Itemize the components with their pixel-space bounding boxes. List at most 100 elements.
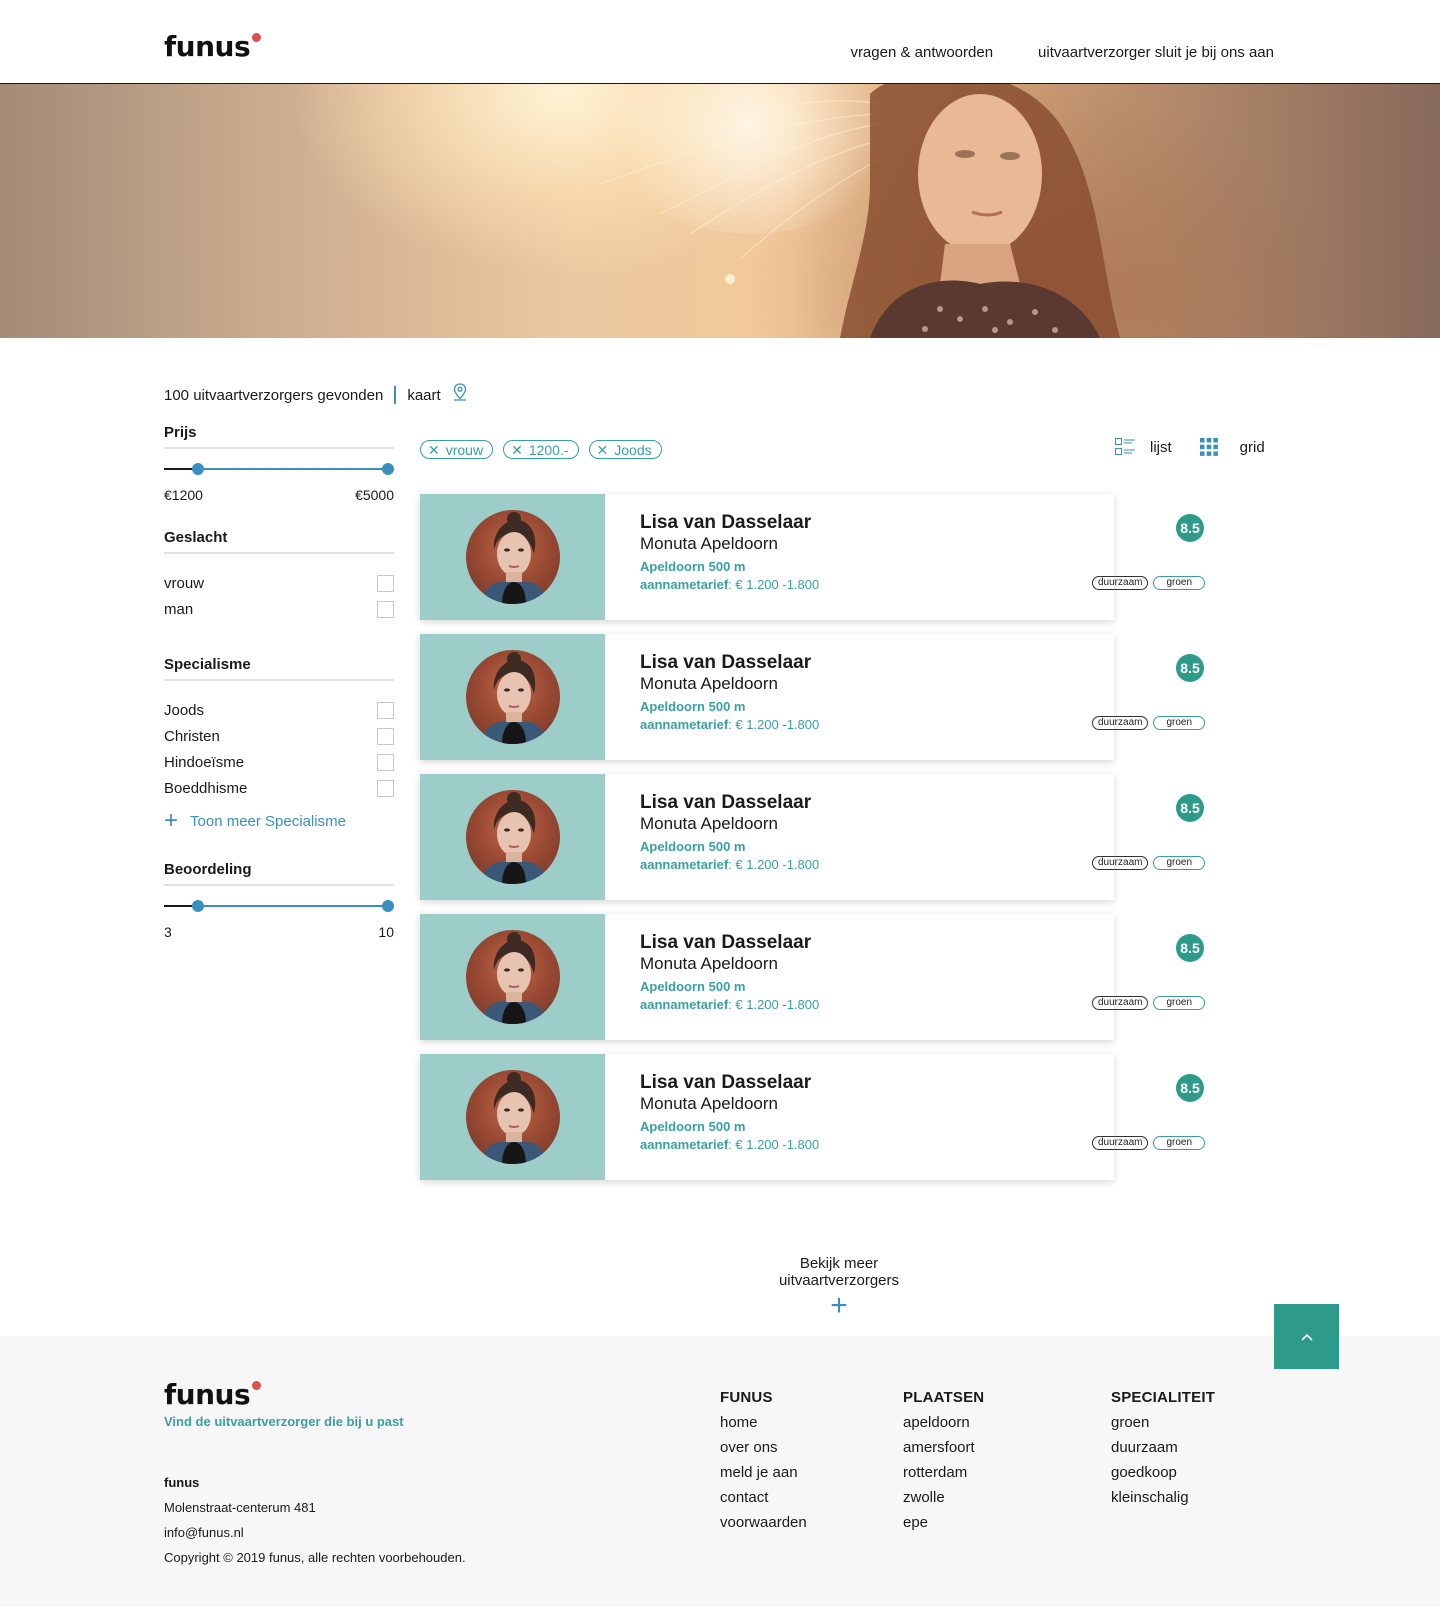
specialism-option-christen[interactable]: Christen (164, 723, 394, 749)
checkbox[interactable] (377, 701, 394, 719)
specialism-option-hindoeisme[interactable]: Hindoeïsme (164, 749, 394, 775)
logo[interactable]: funus (164, 30, 262, 63)
footer-link[interactable]: rotterdam (903, 1460, 984, 1485)
footer-link[interactable]: epe (903, 1510, 984, 1535)
filter-title-price: Prijs (164, 424, 394, 449)
specialism-option-joods[interactable]: Joods (164, 697, 394, 723)
plus-icon: + (830, 1289, 848, 1322)
footer-logo[interactable]: funus (164, 1378, 262, 1411)
close-icon[interactable]: ✕ (597, 443, 609, 457)
price-range-labels: €1200 €5000 (164, 487, 394, 503)
filter-specialism: Specialisme Joods Christen Hindoeïsme Bo… (164, 656, 394, 833)
checkbox[interactable] (377, 574, 394, 592)
card-rate-value: : € 1.200 -1.800 (728, 857, 820, 872)
footer-link[interactable]: zwolle (903, 1485, 984, 1510)
load-more-button[interactable]: Bekijk meer uitvaartverzorgers + (739, 1255, 939, 1321)
card-tags: duurzaam groen (1092, 576, 1206, 590)
card-name[interactable]: Lisa van Dasselaar (640, 652, 1114, 674)
specialism-option-boeddhisme[interactable]: Boeddhisme (164, 775, 394, 801)
footer-link[interactable]: amersfoort (903, 1435, 984, 1460)
rating-badge: 8.5 (1176, 654, 1204, 682)
card-photo (420, 494, 605, 620)
filter-chip-vrouw[interactable]: ✕ vrouw (420, 440, 494, 459)
footer-link[interactable]: meld je aan (720, 1460, 807, 1485)
footer-column-title: SPECIALITEIT (1111, 1389, 1216, 1406)
card-name[interactable]: Lisa van Dasselaar (640, 1072, 1114, 1094)
gender-option-man[interactable]: man (164, 596, 394, 622)
footer-link[interactable]: apeldoorn (903, 1410, 984, 1435)
card-name[interactable]: Lisa van Dasselaar (640, 792, 1114, 814)
tag-badge: duurzaam (1092, 856, 1149, 870)
result-card[interactable]: Lisa van Dasselaar Monuta Apeldoorn Apel… (420, 634, 1206, 760)
price-range-slider[interactable] (164, 459, 394, 479)
grid-view-icon[interactable] (1199, 438, 1218, 456)
tag-badge: groen (1153, 576, 1206, 590)
result-list: Lisa van Dasselaar Monuta Apeldoorn Apel… (420, 494, 1206, 1194)
card-name[interactable]: Lisa van Dasselaar (640, 512, 1114, 534)
back-to-top-button[interactable] (1274, 1304, 1339, 1369)
footer-link[interactable]: duurzaam (1111, 1435, 1215, 1460)
footer-link[interactable]: over ons (720, 1435, 807, 1460)
checkbox[interactable] (377, 753, 394, 771)
card-tags: duurzaam groen (1092, 856, 1206, 870)
company-address: Molenstraat-centerum 481 (164, 1500, 316, 1515)
grid-view-label[interactable]: grid (1240, 439, 1265, 456)
result-card[interactable]: Lisa van Dasselaar Monuta Apeldoorn Apel… (420, 914, 1206, 1040)
result-card[interactable]: Lisa van Dasselaar Monuta Apeldoorn Apel… (420, 494, 1206, 620)
price-min-thumb[interactable] (192, 463, 204, 475)
filter-gender: Geslacht vrouw man (164, 529, 394, 622)
option-label: Hindoeïsme (164, 753, 245, 771)
rating-min-thumb[interactable] (192, 900, 204, 912)
avatar (465, 650, 560, 744)
nav-link-faq[interactable]: vragen & antwoorden (850, 44, 993, 61)
close-icon[interactable]: ✕ (511, 443, 523, 457)
footer-column-specialiteit: SPECIALITEIT groen duurzaam goedkoop kle… (1111, 1386, 1215, 1510)
footer-link[interactable]: voorwaarden (720, 1510, 807, 1535)
card-rate: aannametarief: € 1.200 -1.800 (640, 717, 1114, 732)
card-name[interactable]: Lisa van Dasselaar (640, 932, 1114, 954)
hero-woman-illustration (599, 84, 1120, 338)
checkbox[interactable] (377, 600, 394, 618)
card-rate-value: : € 1.200 -1.800 (728, 1137, 820, 1152)
footer-link[interactable]: kleinschalig (1111, 1485, 1215, 1510)
footer-link[interactable]: contact (720, 1485, 807, 1510)
footer-link[interactable]: home (720, 1410, 807, 1435)
card-body: Lisa van Dasselaar Monuta Apeldoorn Apel… (605, 634, 1206, 760)
checkbox[interactable] (377, 727, 394, 745)
tag-badge: groen (1153, 1136, 1206, 1150)
result-card[interactable]: Lisa van Dasselaar Monuta Apeldoorn Apel… (420, 1054, 1206, 1180)
portrait-illustration (479, 1072, 548, 1164)
tag-badge: duurzaam (1092, 996, 1149, 1010)
top-nav: vragen & antwoorden uitvaartverzorger sl… (850, 44, 1274, 61)
gender-option-vrouw[interactable]: vrouw (164, 570, 394, 596)
list-view-label[interactable]: lijst (1150, 439, 1172, 456)
card-body: Lisa van Dasselaar Monuta Apeldoorn Apel… (605, 914, 1206, 1040)
rating-badge: 8.5 (1176, 934, 1204, 962)
close-icon[interactable]: ✕ (428, 443, 440, 457)
show-more-specialism-button[interactable]: + Toon meer Specialisme (164, 809, 394, 833)
rating-max-label: 10 (378, 924, 394, 940)
chevron-up-icon (1300, 1333, 1313, 1341)
footer-link[interactable]: goedkoop (1111, 1460, 1215, 1485)
price-max-thumb[interactable] (382, 463, 394, 475)
avatar (465, 930, 560, 1024)
company-email[interactable]: info@funus.nl (164, 1520, 316, 1545)
nav-link-join[interactable]: uitvaartverzorger sluit je bij ons aan (1038, 44, 1274, 61)
rating-badge: 8.5 (1176, 514, 1204, 542)
list-view-icon[interactable] (1115, 438, 1136, 456)
footer-link[interactable]: groen (1111, 1410, 1215, 1435)
filter-chip-joods[interactable]: ✕ Joods (588, 440, 662, 459)
map-link[interactable]: kaart (407, 387, 440, 404)
checkbox[interactable] (377, 779, 394, 797)
filter-title-rating: Beoordeling (164, 861, 394, 886)
card-company: Monuta Apeldoorn (640, 954, 778, 973)
rating-max-thumb[interactable] (382, 900, 394, 912)
card-tags: duurzaam groen (1092, 1136, 1206, 1150)
map-pin-icon[interactable] (453, 383, 467, 401)
divider (394, 386, 397, 404)
filter-chip-price[interactable]: ✕ 1200.- (503, 440, 579, 459)
card-company: Monuta Apeldoorn (640, 534, 778, 553)
result-card[interactable]: Lisa van Dasselaar Monuta Apeldoorn Apel… (420, 774, 1206, 900)
rating-range-slider[interactable] (164, 896, 394, 916)
card-tags: duurzaam groen (1092, 996, 1206, 1010)
